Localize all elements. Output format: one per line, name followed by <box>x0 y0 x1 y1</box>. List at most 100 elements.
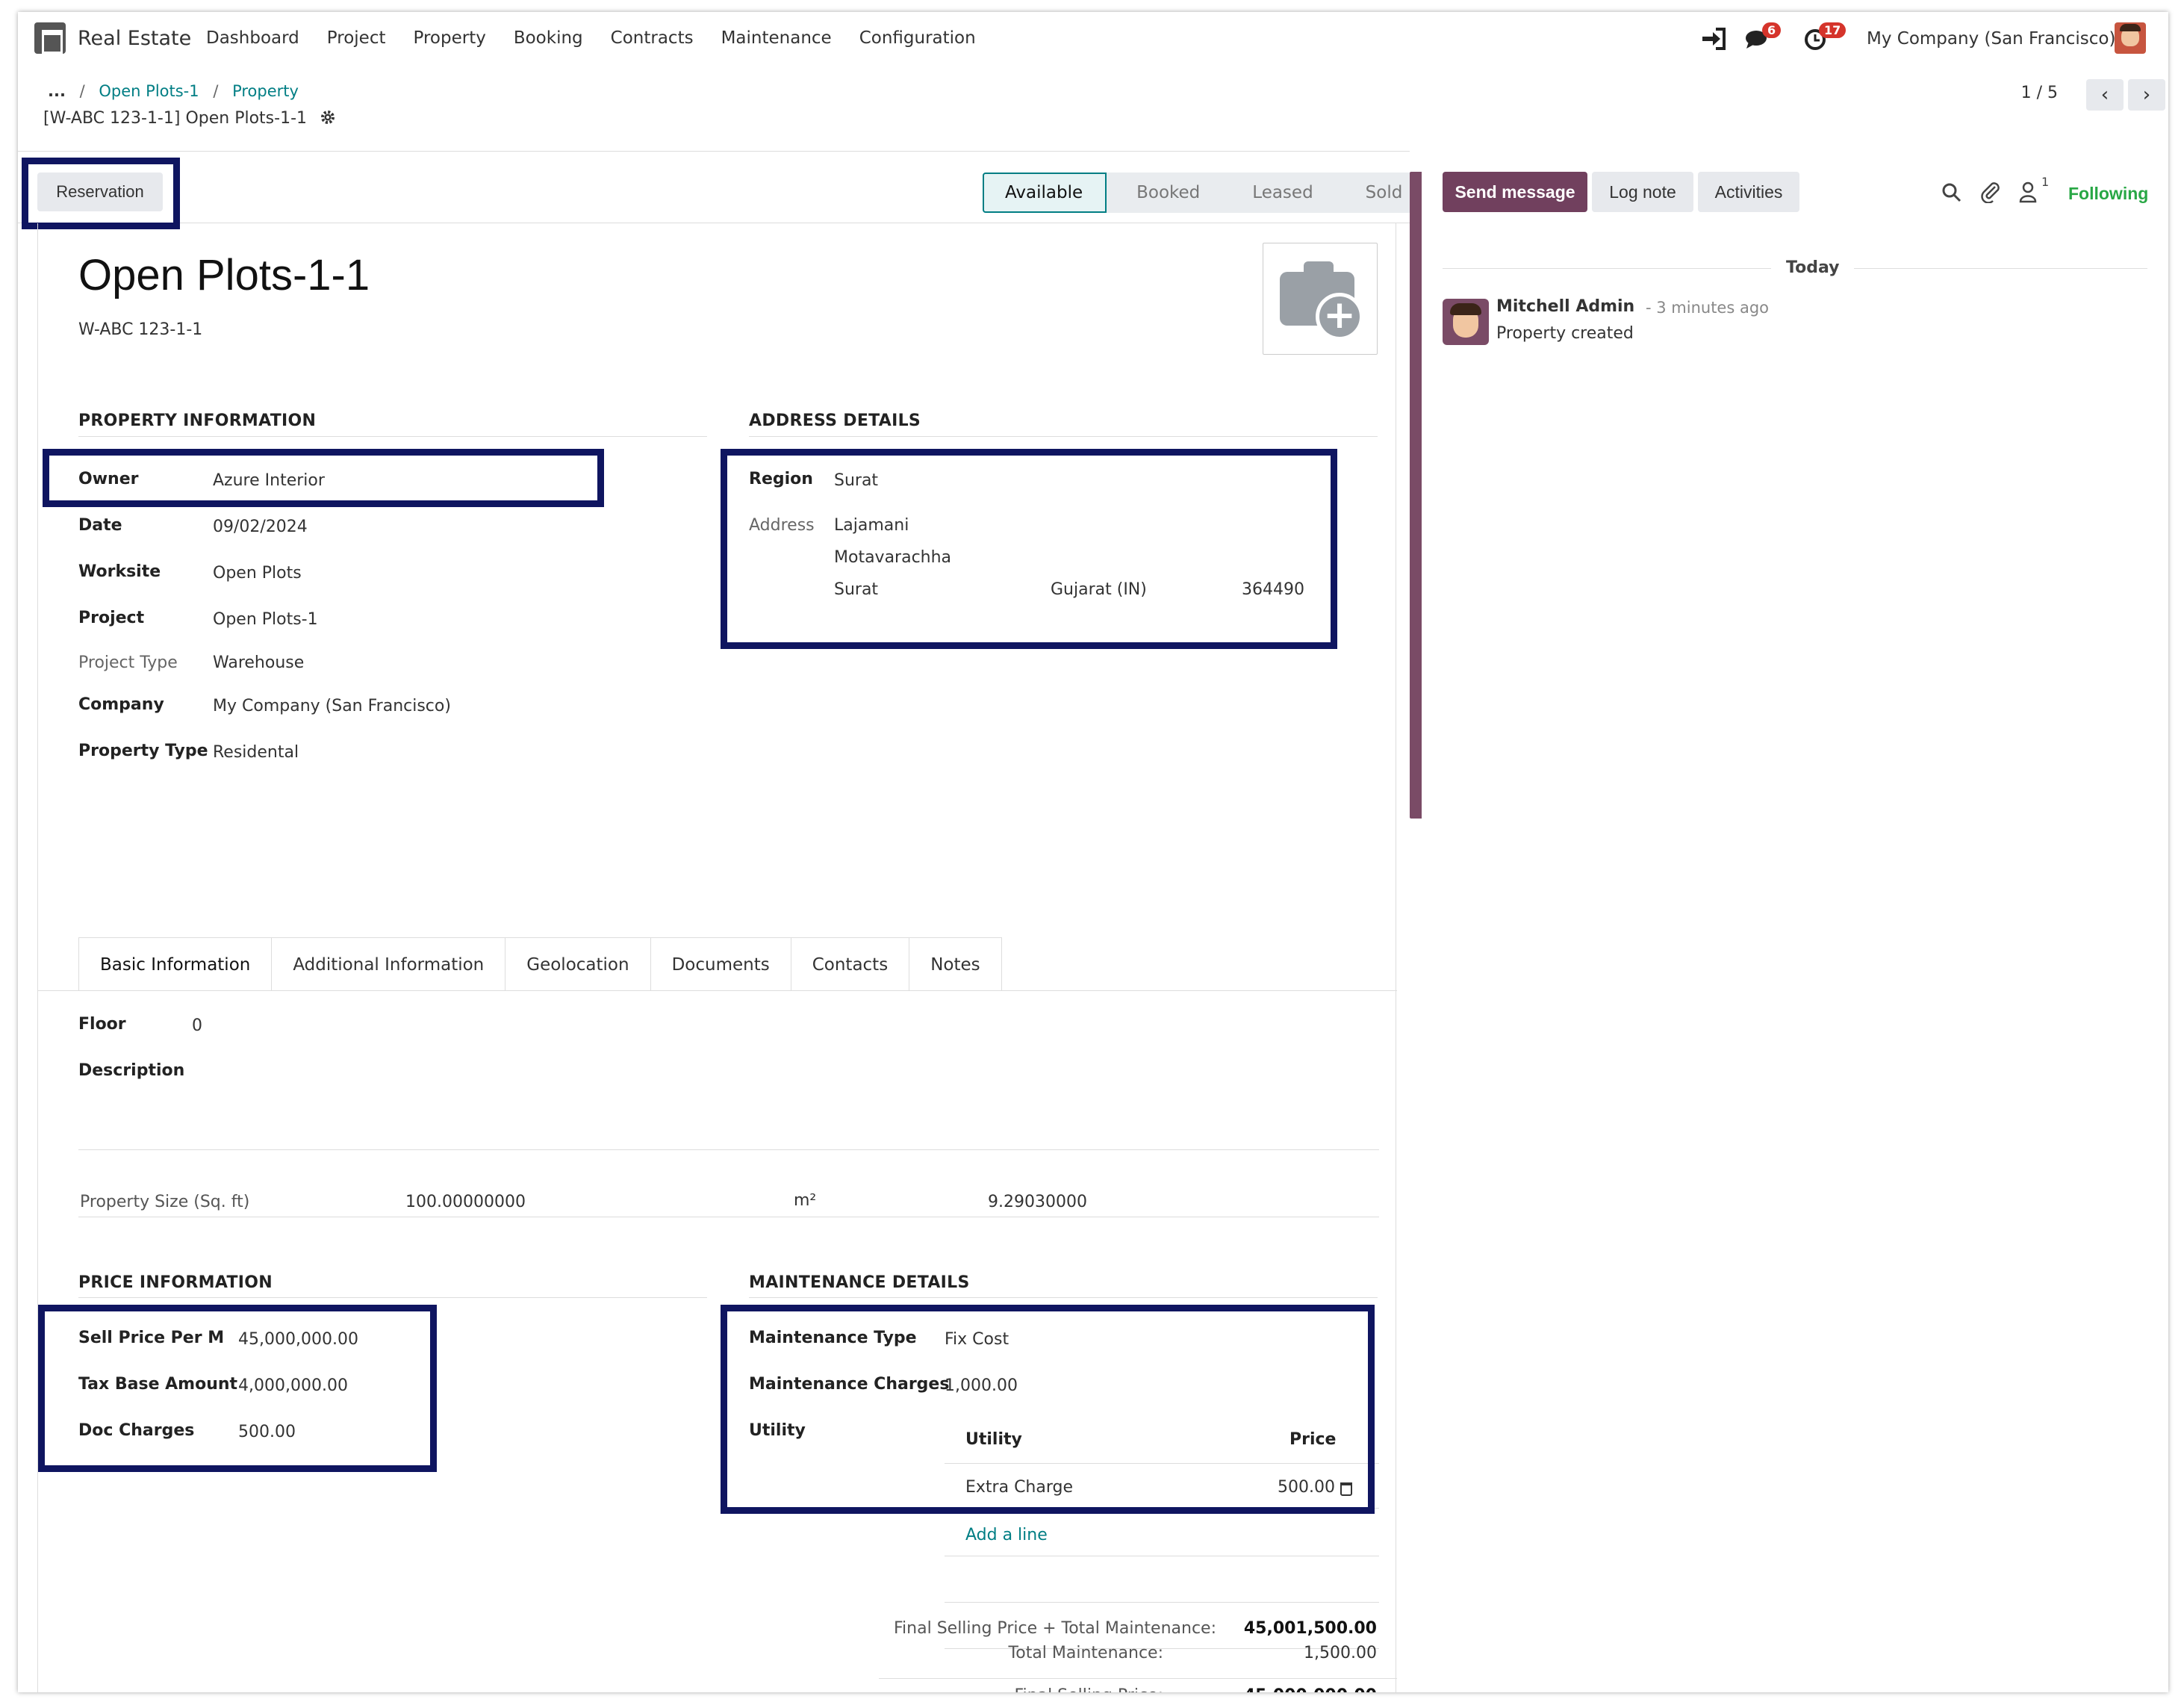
menu-dashboard[interactable]: Dashboard <box>206 28 299 48</box>
breadcrumb-open-plots[interactable]: Open Plots-1 <box>99 82 199 100</box>
pager-prev-button[interactable]: ‹ <box>2086 79 2124 111</box>
highlight-box <box>721 1305 1375 1514</box>
message-time: - 3 minutes ago <box>1646 299 1770 317</box>
divider <box>945 1602 1379 1603</box>
breadcrumb-separator: / <box>79 82 85 100</box>
property-info-heading: PROPERTY INFORMATION <box>78 412 317 430</box>
breadcrumb-property[interactable]: Property <box>232 82 299 100</box>
company-switcher[interactable]: My Company (San Francisco) <box>1867 29 2115 49</box>
worksite-field[interactable]: Open Plots <box>213 564 302 583</box>
followers-count: 1 <box>2041 175 2050 189</box>
following-toggle[interactable]: Following <box>2068 184 2148 204</box>
gear-icon[interactable] <box>320 109 336 125</box>
add-a-line-link[interactable]: Add a line <box>965 1526 1048 1544</box>
divider <box>78 436 707 437</box>
followers-icon[interactable] <box>2019 181 2040 203</box>
unit-label: m² <box>794 1191 817 1210</box>
stage-booked[interactable]: Booked <box>1107 173 1223 213</box>
highlight-box <box>721 449 1337 649</box>
breadcrumb-separator: / <box>213 82 219 100</box>
menu-maintenance[interactable]: Maintenance <box>721 28 832 48</box>
company-field[interactable]: My Company (San Francisco) <box>213 697 451 715</box>
app-name[interactable]: Real Estate <box>78 27 191 50</box>
breadcrumb-more[interactable]: ... <box>48 82 66 100</box>
send-message-button[interactable]: Send message <box>1443 172 1587 212</box>
record-reference[interactable]: W-ABC 123-1-1 <box>78 320 202 339</box>
stage-leased[interactable]: Leased <box>1222 173 1336 213</box>
top-navbar: Real Estate Dashboard Project Property B… <box>18 12 2168 66</box>
highlight-box <box>43 449 604 507</box>
highlight-box <box>22 158 180 229</box>
project-type-label: Project Type <box>78 653 178 672</box>
chevron-left-icon: ‹ <box>2100 84 2109 106</box>
breadcrumb: ... / Open Plots-1 / Property <box>48 82 299 100</box>
activities-badge: 17 <box>1819 22 1847 38</box>
add-icon: + <box>1316 293 1363 341</box>
menu-booking[interactable]: Booking <box>514 28 583 48</box>
pager-next-button[interactable]: › <box>2128 79 2165 111</box>
message-author[interactable]: Mitchell Admin <box>1496 297 1634 316</box>
menu-project[interactable]: Project <box>327 28 386 48</box>
user-avatar[interactable] <box>2115 22 2146 54</box>
date-separator: Today <box>1771 258 1855 277</box>
menu-property[interactable]: Property <box>414 28 486 48</box>
main-menu: Dashboard Project Property Booking Contr… <box>206 28 1004 48</box>
divider <box>78 1149 1379 1150</box>
property-type-label: Property Type <box>78 742 208 760</box>
maintenance-heading: MAINTENANCE DETAILS <box>749 1273 970 1292</box>
tab-notes[interactable]: Notes <box>909 937 1002 991</box>
date-label: Date <box>78 516 122 535</box>
author-avatar[interactable] <box>1443 299 1489 345</box>
tab-documents[interactable]: Documents <box>650 937 791 991</box>
activities-button[interactable]: Activities <box>1698 172 1799 212</box>
chevron-right-icon: › <box>2142 84 2151 106</box>
divider <box>38 990 1397 991</box>
form-view: Reservation Available Booked Leased Sold… <box>18 151 1424 1692</box>
paperclip-icon[interactable] <box>1980 181 2001 203</box>
worksite-label: Worksite <box>78 562 161 581</box>
search-icon[interactable] <box>1941 182 1962 203</box>
tab-contacts[interactable]: Contacts <box>790 937 910 991</box>
record-display-name: [W-ABC 123-1-1] Open Plots-1-1 <box>43 109 307 128</box>
description-label: Description <box>78 1061 185 1080</box>
highlight-box <box>38 1305 437 1472</box>
floor-field[interactable]: 0 <box>192 1016 202 1035</box>
divider <box>749 1297 1378 1298</box>
divider <box>749 436 1378 437</box>
project-label: Project <box>78 609 145 627</box>
menu-configuration[interactable]: Configuration <box>859 28 976 48</box>
tab-additional-information[interactable]: Additional Information <box>271 937 506 991</box>
app-window: Real Estate Dashboard Project Property B… <box>18 12 2168 1692</box>
property-type-field[interactable]: Residental <box>213 743 299 762</box>
pager-value[interactable]: 1 / 5 <box>2021 84 2058 102</box>
divider <box>78 1297 707 1298</box>
property-size-label: Property Size (Sq. ft) <box>80 1193 250 1211</box>
menu-contracts[interactable]: Contracts <box>611 28 694 48</box>
stage-pipeline: Available Booked Leased Sold <box>983 173 1424 213</box>
sign-in-icon[interactable] <box>1701 27 1726 51</box>
final-selling-price-value: 45,000,000.00 <box>1183 1686 1377 1692</box>
log-note-button[interactable]: Log note <box>1592 172 1693 212</box>
form-statusbar: Reservation Available Booked Leased Sold <box>18 152 1424 229</box>
total-maintenance-label: Total Maintenance: <box>1008 1644 1163 1662</box>
property-size-m2-field[interactable]: 9.29030000 <box>988 1193 1087 1211</box>
image-upload[interactable]: + <box>1263 243 1378 355</box>
property-size-field[interactable]: 100.00000000 <box>405 1193 526 1211</box>
date-field[interactable]: 09/02/2024 <box>213 518 308 536</box>
final-selling-plus-maintenance-label: Final Selling Price + Total Maintenance: <box>894 1619 1216 1638</box>
form-sheet: Open Plots-1-1 W-ABC 123-1-1 + PROPERTY … <box>37 223 1397 1692</box>
tab-basic-information[interactable]: Basic Information <box>78 937 273 991</box>
address-heading: ADDRESS DETAILS <box>749 412 921 430</box>
final-selling-plus-maintenance-value: 45,001,500.00 <box>1243 1619 1377 1638</box>
total-maintenance-value: 1,500.00 <box>1304 1644 1377 1662</box>
record-title[interactable]: Open Plots-1-1 <box>78 250 370 300</box>
final-selling-price-label: Final Selling Price: <box>641 1686 1163 1692</box>
chatter-panel: Send message Log note Activities 1 Follo… <box>1422 151 2168 1692</box>
project-type-field: Warehouse <box>213 653 305 672</box>
stage-available[interactable]: Available <box>983 173 1107 213</box>
real-estate-app-icon[interactable] <box>34 22 66 54</box>
tab-geolocation[interactable]: Geolocation <box>505 937 651 991</box>
record-name-line: [W-ABC 123-1-1] Open Plots-1-1 <box>43 109 336 128</box>
project-field[interactable]: Open Plots-1 <box>213 610 318 629</box>
notebook-tabs: Basic Information Additional Information… <box>78 937 1002 991</box>
